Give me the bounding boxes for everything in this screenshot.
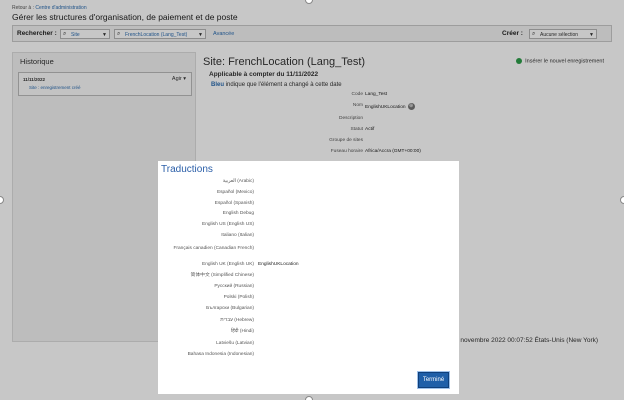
- language-label: Español (Mexico): [216, 190, 254, 195]
- translations-dialog: Traductions العربية (Arabic) Español (Mex…: [158, 161, 459, 394]
- language-label: עברית (Hebrew): [220, 318, 254, 323]
- language-label: English US (English US): [202, 222, 254, 227]
- language-label: Русский (Russian): [214, 284, 254, 289]
- language-label: Latviešu (Latvian): [216, 341, 254, 346]
- language-label: العربية (Arabic): [222, 179, 254, 184]
- language-label: हिंदी (Hindi): [230, 329, 254, 334]
- translation-value[interactable]: EnglishUKLocation: [258, 262, 299, 267]
- language-label: Български (Bulgarian): [206, 306, 254, 311]
- language-label: Français canadien (Canadian French): [173, 246, 254, 251]
- dialog-title: Traductions: [161, 164, 213, 175]
- language-label: English Debug: [222, 211, 254, 216]
- done-button[interactable]: Terminé: [418, 372, 449, 388]
- language-label: Polski (Polish): [223, 295, 254, 300]
- language-label: Bahasa Indonesia (Indonesian): [187, 352, 254, 357]
- language-label: Italiano (Italian): [221, 233, 254, 238]
- language-label: English UK (English UK): [202, 262, 254, 267]
- resize-handle-right[interactable]: [620, 196, 624, 204]
- language-label: Español (Spanish): [214, 201, 254, 206]
- language-label: 简体中文 (Simplified Chinese): [190, 273, 254, 278]
- resize-handle-bottom[interactable]: [305, 396, 313, 400]
